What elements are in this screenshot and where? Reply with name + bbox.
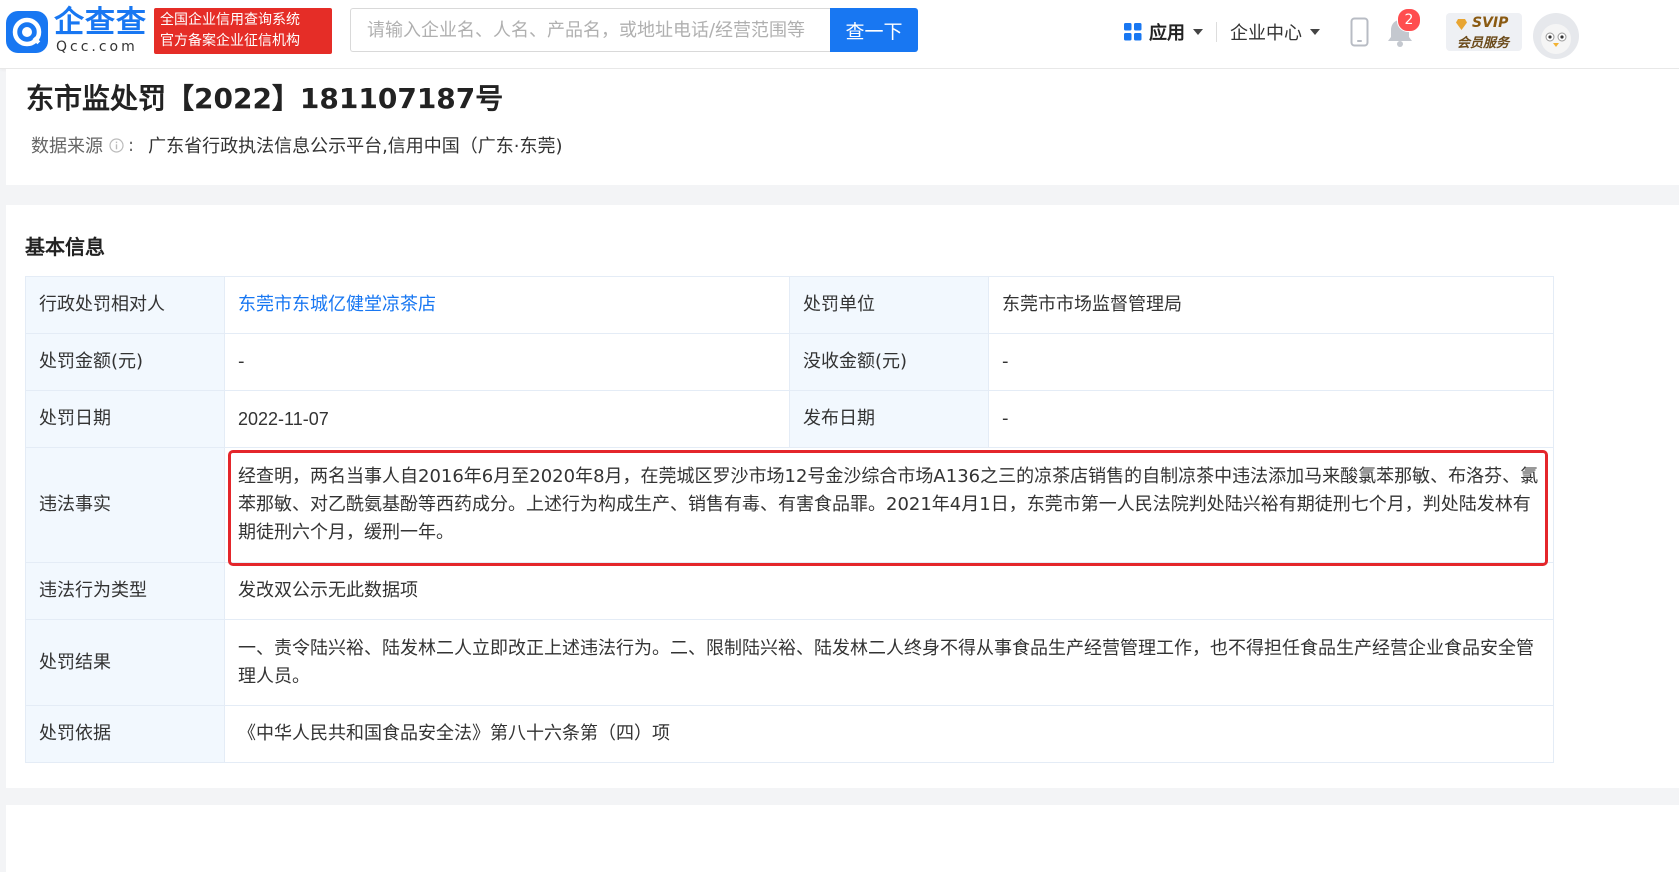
data-source-colon: : [128,134,135,156]
logo-slogan: 全国企业信用查询系统 官方备案企业征信机构 [154,8,332,54]
nav-apps-menu[interactable]: 应用 [1124,19,1203,45]
violation-facts-value: 经查明，两名当事人自2016年6月至2020年8月，在莞城区罗沙市场12号金沙综… [224,447,1554,563]
page-title: 东市监处罚【2022】181107187号 [26,82,504,115]
nav-company-center-menu[interactable]: 企业中心 [1230,19,1320,45]
table-row: 违法行为类型 发改双公示无此数据项 [25,562,1554,620]
nav-divider [1216,22,1217,42]
penalty-date-value: 2022-11-07 [224,390,790,448]
svip-member-button[interactable]: SVIP 会员服务 [1446,13,1522,51]
party-link[interactable]: 东莞市东城亿健堂凉茶店 [224,276,790,334]
violation-type-label: 违法行为类型 [25,562,225,620]
svip-subtitle: 会员服务 [1457,36,1510,51]
table-row: 处罚依据 《中华人民共和国食品安全法》第八十六条第（四）项 [25,705,1554,763]
chevron-down-icon [1310,29,1320,35]
fine-amount-label: 处罚金额(元) [25,333,225,391]
table-row: 行政处罚相对人 东莞市东城亿健堂凉茶店 处罚单位 东莞市市场监督管理局 [25,276,1554,334]
logo-name[interactable]: 企查查 [54,6,147,40]
notification-badge: 2 [1397,8,1421,32]
section-title: 基本信息 [25,235,105,259]
table-row: 处罚日期 2022-11-07 发布日期 - [25,390,1554,448]
party-label: 行政处罚相对人 [25,276,225,334]
slogan-line-1: 全国企业信用查询系统 [160,12,300,28]
diamond-icon [1456,19,1467,30]
search-input[interactable] [350,8,832,52]
confiscation-amount-value: - [988,333,1554,391]
phone-icon[interactable] [1350,17,1369,47]
svip-label: SVIP [1472,15,1509,31]
agency-label: 处罚单位 [789,276,989,334]
penalty-basis-label: 处罚依据 [25,705,225,763]
fine-amount-value: - [224,333,790,391]
logo-domain: Qcc.com [56,39,138,55]
violation-type-value: 发改双公示无此数据项 [224,562,1554,620]
publish-date-label: 发布日期 [789,390,989,448]
violation-facts-label: 违法事实 [25,447,225,563]
publish-date-value: - [988,390,1554,448]
slogan-line-2: 官方备案企业征信机构 [160,33,300,49]
next-section-card [6,805,1679,872]
apps-grid-icon [1124,23,1142,41]
nav-apps-label: 应用 [1149,23,1185,44]
data-source-row: 数据来源 : 广东省行政执法信息公示平台,信用中国（广东·东莞) [31,131,563,159]
search-button[interactable]: 查一下 [830,8,918,52]
table-row: 处罚金额(元) - 没收金额(元) - [25,333,1554,391]
data-source-label: 数据来源 [31,136,103,157]
avatar-icon [1541,24,1571,54]
info-circle-icon[interactable] [109,137,124,153]
agency-value: 东莞市市场监督管理局 [988,276,1554,334]
penalty-result-label: 处罚结果 [25,619,225,706]
penalty-date-label: 处罚日期 [25,390,225,448]
chevron-down-icon [1193,29,1203,35]
confiscation-amount-label: 没收金额(元) [789,333,989,391]
penalty-result-value: 一、责令陆兴裕、陆发林二人立即改正上述违法行为。二、限制陆兴裕、陆发林二人终身不… [224,619,1554,706]
search-bar: 查一下 [350,8,918,52]
penalty-basis-value: 《中华人民共和国食品安全法》第八十六条第（四）项 [224,705,1554,763]
table-row: 违法事实 经查明，两名当事人自2016年6月至2020年8月，在莞城区罗沙市场1… [25,447,1554,563]
data-source-value: 广东省行政执法信息公示平台,信用中国（广东·东莞) [148,136,563,157]
nav-company-label: 企业中心 [1230,23,1302,44]
top-navigation-bar: 企查查 Qcc.com 全国企业信用查询系统 官方备案企业征信机构 查一下 应用… [0,0,1679,69]
qcc-logo-icon[interactable] [6,11,48,53]
avatar[interactable] [1533,13,1579,59]
table-row: 处罚结果 一、责令陆兴裕、陆发林二人立即改正上述违法行为。二、限制陆兴裕、陆发林… [25,619,1554,706]
basic-info-table: 行政处罚相对人 东莞市东城亿健堂凉茶店 处罚单位 东莞市市场监督管理局 处罚金额… [25,276,1554,763]
